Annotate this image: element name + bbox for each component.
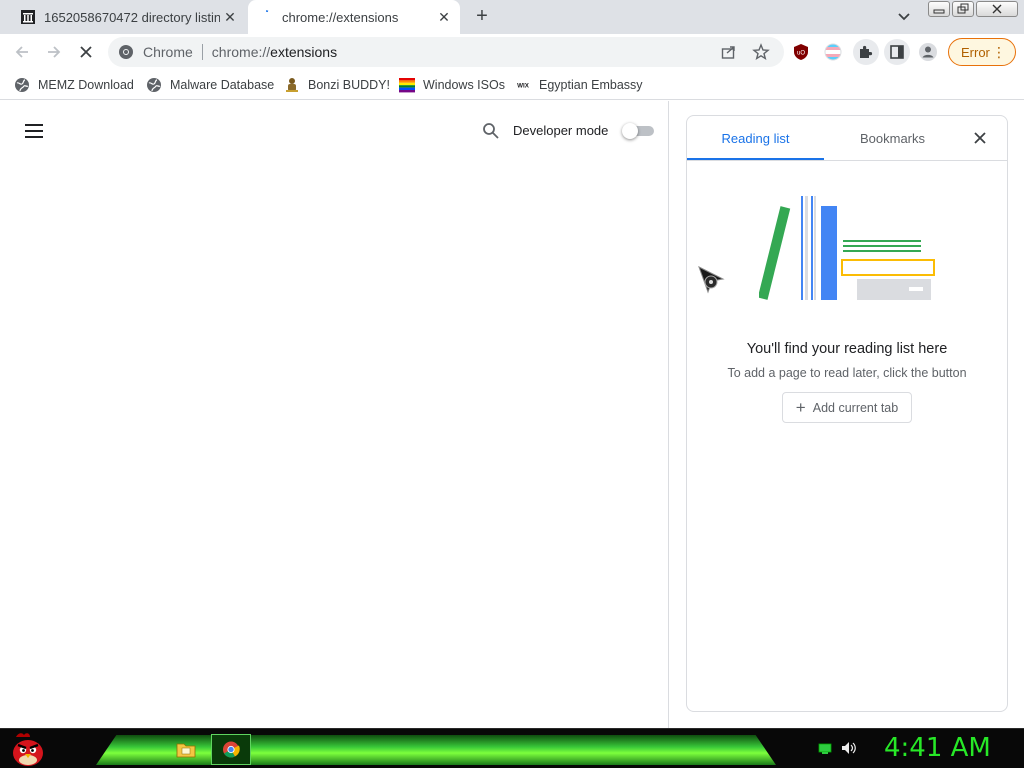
archive-building-icon bbox=[20, 9, 36, 25]
wix-icon: WIX bbox=[515, 77, 531, 93]
start-button[interactable] bbox=[8, 731, 48, 767]
developer-mode-label: Developer mode bbox=[513, 123, 609, 138]
window-close-button[interactable] bbox=[976, 1, 1018, 17]
restore-button[interactable] bbox=[952, 1, 974, 17]
svg-text:uO: uO bbox=[797, 51, 805, 57]
trans-flag-extension-icon[interactable] bbox=[822, 41, 844, 63]
tab-reading-list[interactable]: Reading list bbox=[687, 116, 824, 160]
browser-toolbar: Chrome chrome://extensions uO Error ⋮ bbox=[0, 34, 1024, 70]
globe-icon bbox=[14, 77, 30, 93]
bookmark-label: Egyptian Embassy bbox=[539, 78, 643, 92]
extensions-puzzle-icon[interactable] bbox=[853, 39, 879, 65]
bookmark-memz-download[interactable]: MEMZ Download bbox=[14, 75, 134, 95]
search-icon[interactable] bbox=[482, 122, 500, 140]
menu-icon[interactable] bbox=[25, 124, 43, 138]
volume-icon[interactable] bbox=[841, 741, 857, 755]
reading-list-illustration bbox=[757, 194, 939, 304]
reading-list-side-panel: Reading list Bookmarks You'll find your … bbox=[686, 115, 1008, 712]
tab-bookmarks[interactable]: Bookmarks bbox=[824, 116, 961, 160]
svg-text:WIX: WIX bbox=[517, 83, 530, 90]
chrome-logo-icon bbox=[118, 43, 136, 61]
taskbar-clock[interactable]: 4:41 AM bbox=[884, 731, 994, 765]
rainbow-flag-icon bbox=[399, 77, 415, 93]
new-tab-button[interactable]: + bbox=[470, 5, 494, 29]
minimize-button[interactable] bbox=[928, 1, 950, 17]
bookmark-label: Windows ISOs bbox=[423, 78, 505, 92]
ublock-origin-icon[interactable]: uO bbox=[790, 41, 812, 63]
bookmark-label: Malware Database bbox=[170, 78, 275, 92]
file-explorer-icon[interactable] bbox=[176, 741, 196, 759]
bookmark-bonzi-buddy[interactable]: Bonzi BUDDY! bbox=[284, 75, 390, 95]
close-icon[interactable] bbox=[972, 130, 988, 146]
omnibox-divider bbox=[201, 44, 203, 60]
bookmark-windows-isos[interactable]: Windows ISOs bbox=[399, 75, 505, 95]
busy-cursor-icon bbox=[697, 265, 727, 295]
error-button[interactable]: Error ⋮ bbox=[948, 38, 1016, 66]
taskbar: 4:41 AM bbox=[0, 728, 1024, 768]
url-scheme: chrome:// bbox=[211, 44, 271, 60]
tab-title: 1652058670472 directory listing bbox=[44, 9, 220, 25]
address-bar[interactable]: Chrome chrome://extensions bbox=[108, 37, 784, 67]
bookmark-malware-database[interactable]: Malware Database bbox=[146, 75, 274, 95]
developer-mode-toggle[interactable] bbox=[622, 123, 654, 139]
bookmark-egyptian-embassy[interactable]: WIX Egyptian Embassy bbox=[515, 75, 643, 95]
loading-spinner-icon bbox=[258, 9, 274, 25]
close-tab-icon[interactable]: ✕ bbox=[220, 7, 240, 27]
network-icon[interactable] bbox=[818, 742, 832, 754]
share-icon[interactable] bbox=[720, 43, 738, 64]
add-current-tab-button[interactable]: + Add current tab bbox=[782, 392, 912, 423]
extensions-page: Developer mode bbox=[0, 101, 669, 728]
bookmark-label: MEMZ Download bbox=[38, 78, 134, 92]
side-panel-icon[interactable] bbox=[884, 39, 910, 65]
site-chip: Chrome bbox=[143, 44, 193, 60]
empty-state-subtitle: To add a page to read later, click the b… bbox=[727, 366, 967, 380]
globe-icon bbox=[146, 77, 162, 93]
add-current-tab-label: Add current tab bbox=[812, 400, 899, 415]
bookmark-star-icon[interactable] bbox=[752, 43, 770, 64]
taskbar-chrome-button[interactable] bbox=[211, 734, 251, 765]
profile-avatar-icon[interactable] bbox=[917, 41, 939, 63]
url-host: extensions bbox=[270, 44, 338, 60]
plus-icon: + bbox=[795, 397, 806, 417]
side-panel-divider bbox=[687, 160, 1007, 161]
bookmarks-bar: MEMZ Download Malware Database Bonzi BUD… bbox=[0, 70, 1024, 100]
tab-directory-listing[interactable]: 1652058670472 directory listing ✕ bbox=[10, 0, 246, 34]
toggle-knob bbox=[622, 123, 638, 139]
empty-state-title: You'll find your reading list here bbox=[746, 341, 948, 357]
chevron-down-icon[interactable] bbox=[894, 8, 914, 26]
kebab-menu-icon: ⋮ bbox=[992, 44, 1006, 60]
bonzi-icon bbox=[284, 77, 300, 93]
close-tab-icon[interactable]: ✕ bbox=[434, 7, 454, 27]
tab-strip: 1652058670472 directory listing ✕ chrome… bbox=[0, 0, 1024, 34]
bookmark-label: Bonzi BUDDY! bbox=[308, 78, 390, 92]
taskbar-band bbox=[96, 735, 776, 765]
error-label: Error bbox=[961, 44, 990, 60]
tab-extensions[interactable]: chrome://extensions ✕ bbox=[248, 0, 460, 34]
stop-loading-icon[interactable] bbox=[75, 41, 97, 63]
tab-title: chrome://extensions bbox=[282, 9, 399, 25]
forward-icon[interactable] bbox=[43, 41, 65, 63]
back-icon[interactable] bbox=[11, 41, 33, 63]
